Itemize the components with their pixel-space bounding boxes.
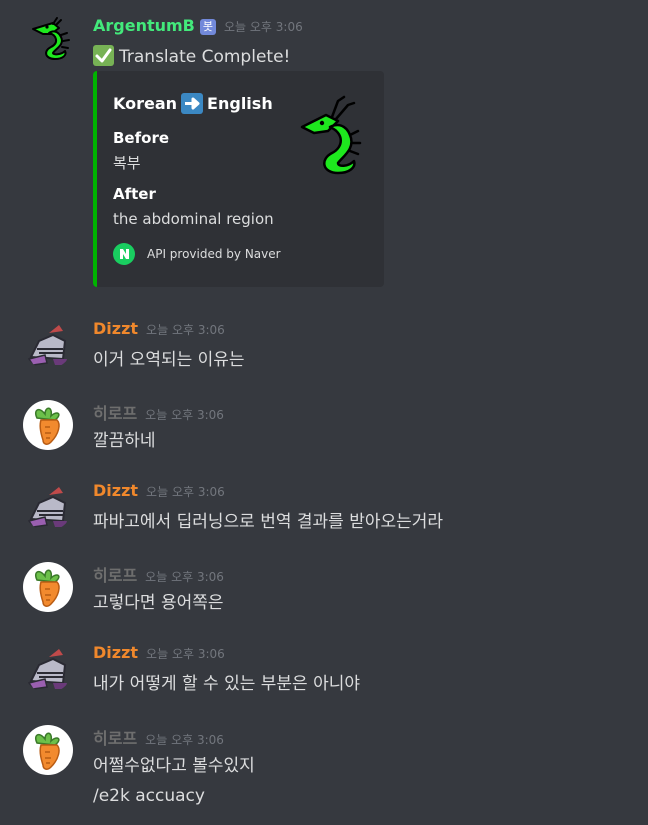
- avatar[interactable]: [23, 725, 73, 775]
- field-value-before: 복부: [113, 154, 141, 172]
- username[interactable]: Dizzt: [93, 319, 138, 338]
- timestamp: 오늘 오후 3:06: [145, 733, 224, 747]
- green-dragon-icon: [32, 17, 70, 60]
- timestamp: 오늘 오후 3:06: [145, 408, 224, 422]
- embed-thumbnail[interactable]: [298, 91, 362, 191]
- avatar[interactable]: [23, 319, 73, 369]
- translation-embed: Korean English Before 복부 After the abdom…: [93, 71, 384, 287]
- username[interactable]: 히로프: [93, 400, 137, 424]
- green-dragon-icon: [300, 95, 362, 175]
- message-dizzt: Dizzt 오늘 오후 3:06 내가 어떻게 할 수 있는 부분은 아니야: [0, 634, 648, 714]
- embed-title-to: English: [207, 94, 273, 113]
- message-text-followup: /e2k accuacy: [93, 786, 205, 806]
- field-name-after: After: [113, 185, 156, 203]
- embed-title: Korean English: [113, 93, 273, 114]
- message-text: 내가 어떻게 할 수 있는 부분은 아니야: [93, 674, 361, 694]
- avatar[interactable]: [23, 400, 73, 450]
- field-name-before: Before: [113, 129, 170, 147]
- message-text: Translate Complete!: [93, 45, 290, 67]
- timestamp: 오늘 오후 3:06: [145, 570, 224, 584]
- field-value-after: the abdominal region: [113, 210, 274, 228]
- embed-footer: API provided by Naver: [113, 243, 281, 265]
- message-hirope: 히로프 오늘 오후 3:06 어쩔수없다고 볼수있지 /e2k accuacy: [0, 716, 648, 825]
- knight-icon: [27, 649, 67, 690]
- username[interactable]: Dizzt: [93, 643, 138, 662]
- embed-title-from: Korean: [113, 94, 178, 113]
- message-text-label: Translate Complete!: [119, 47, 291, 67]
- message-text: 이거 오역되는 이유는: [93, 350, 245, 370]
- avatar[interactable]: [23, 15, 73, 65]
- timestamp: 오늘 오후 3:06: [146, 647, 225, 661]
- footer-text: API provided by Naver: [147, 247, 281, 261]
- knight-icon: [27, 325, 67, 366]
- username[interactable]: ArgentumB: [93, 16, 195, 35]
- carrot-icon: [34, 569, 60, 607]
- knight-icon: [27, 487, 67, 528]
- right-arrow-icon: [181, 93, 204, 114]
- message-dizzt: Dizzt 오늘 오후 3:06 파바고에서 딥러닝으로 번역 결과를 받아오는…: [0, 472, 648, 552]
- timestamp: 오늘 오후 3:06: [224, 20, 303, 34]
- naver-icon: [113, 243, 135, 265]
- check-mark-icon: [93, 45, 114, 66]
- username[interactable]: Dizzt: [93, 481, 138, 500]
- timestamp: 오늘 오후 3:06: [146, 323, 225, 337]
- message-text: 어쩔수없다고 볼수있지: [93, 756, 255, 776]
- bot-badge: 봇: [199, 19, 216, 35]
- message-dizzt: Dizzt 오늘 오후 3:06 이거 오역되는 이유는: [0, 310, 648, 390]
- avatar[interactable]: [23, 562, 73, 612]
- message-argentumb: ArgentumB 봇 오늘 오후 3:06 Translate Complet…: [0, 0, 648, 300]
- timestamp: 오늘 오후 3:06: [146, 485, 225, 499]
- username[interactable]: 히로프: [93, 725, 137, 749]
- message-text: 고렇다면 용어쪽은: [93, 593, 224, 613]
- avatar[interactable]: [23, 481, 73, 531]
- avatar[interactable]: [23, 643, 73, 693]
- carrot-icon: [34, 407, 60, 445]
- message-hirope: 히로프 오늘 오후 3:06 고렇다면 용어쪽은: [0, 553, 648, 633]
- chat-log: ArgentumB 봇 오늘 오후 3:06 Translate Complet…: [0, 0, 648, 825]
- carrot-icon: [34, 732, 60, 770]
- username[interactable]: 히로프: [93, 562, 137, 586]
- message-text: 파바고에서 딥러닝으로 번역 결과를 받아오는거라: [93, 512, 444, 532]
- message-hirope: 히로프 오늘 오후 3:06 깔끔하네: [0, 391, 648, 471]
- message-text: 깔끔하네: [93, 431, 156, 451]
